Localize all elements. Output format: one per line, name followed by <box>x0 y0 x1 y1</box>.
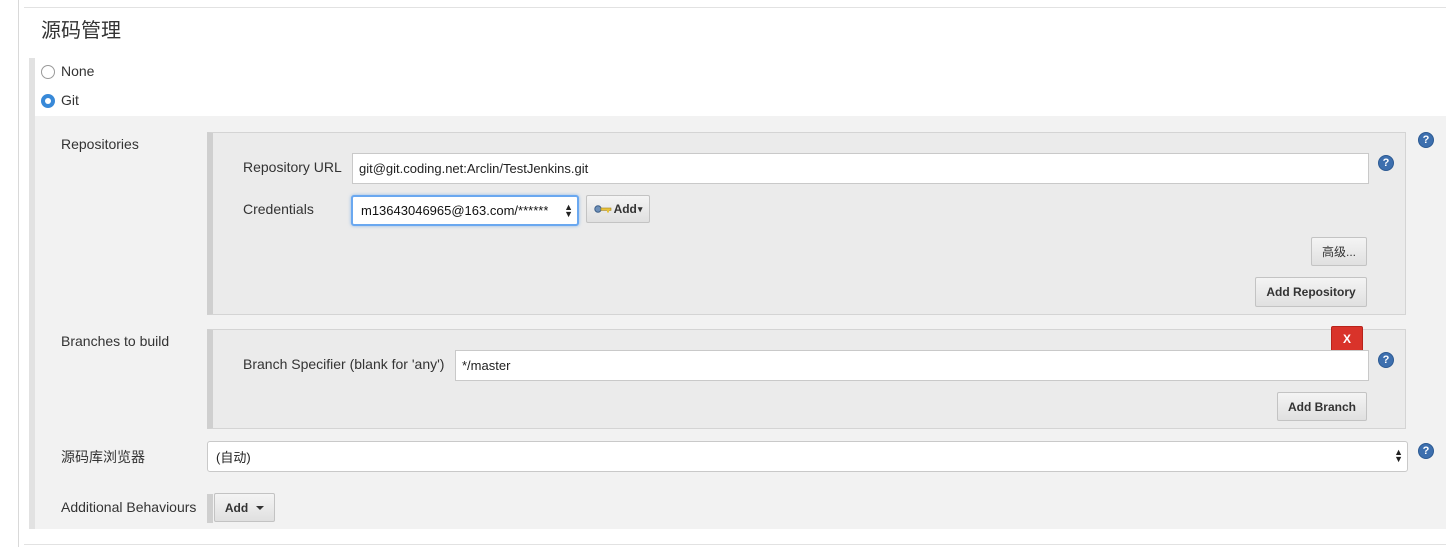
branch-specifier-input[interactable]: */master <box>455 350 1369 381</box>
additional-behaviours-label: Additional Behaviours <box>61 499 197 515</box>
credentials-select[interactable]: m13643046965@163.com/****** ▲ ▼ <box>351 195 579 226</box>
repository-browser-select[interactable]: (自动) ▲ ▼ <box>207 441 1408 472</box>
branch-specifier-label: Branch Specifier (blank for 'any') <box>243 356 445 372</box>
scm-git-label[interactable]: Git <box>61 92 79 108</box>
scm-none-label[interactable]: None <box>61 63 94 79</box>
credentials-label: Credentials <box>243 201 314 217</box>
add-repository-button[interactable]: Add Repository <box>1255 277 1367 307</box>
repository-browser-value: (自动) <box>216 450 251 465</box>
repositories-label: Repositories <box>61 136 139 152</box>
section-top-divider <box>24 7 1446 8</box>
add-credentials-label: Add <box>613 202 637 216</box>
scm-none-radio[interactable] <box>41 65 55 79</box>
select-arrows-icon: ▲ ▼ <box>1394 447 1403 464</box>
dropdown-caret-icon: ▾ <box>637 203 643 214</box>
branch-specifier-help-icon[interactable]: ? <box>1378 352 1394 368</box>
scm-git-radio[interactable] <box>41 94 55 108</box>
add-behaviour-label: Add <box>224 500 249 515</box>
repository-url-input[interactable]: git@git.coding.net:Arclin/TestJenkins.gi… <box>352 153 1369 184</box>
repository-browser-help-icon[interactable]: ? <box>1418 443 1434 459</box>
add-branch-button[interactable]: Add Branch <box>1277 392 1367 421</box>
credentials-select-value: m13643046965@163.com/****** <box>361 203 549 218</box>
advanced-button[interactable]: 高级... <box>1311 237 1367 266</box>
repositories-help-icon[interactable]: ? <box>1418 132 1434 148</box>
page-left-border <box>18 0 19 547</box>
additional-behaviours-bar <box>207 494 213 523</box>
repository-url-label: Repository URL <box>243 159 342 175</box>
add-behaviour-button[interactable]: Add <box>214 493 275 522</box>
chevron-down-icon <box>256 505 265 510</box>
branches-label: Branches to build <box>61 333 170 349</box>
key-icon <box>593 205 611 213</box>
delete-branch-button[interactable]: X <box>1331 326 1363 352</box>
section-bottom-divider <box>24 544 1446 545</box>
repository-url-help-icon[interactable]: ? <box>1378 155 1394 171</box>
repository-browser-label: 源码库浏览器 <box>61 449 145 465</box>
section-title: 源码管理 <box>41 20 121 42</box>
add-credentials-button[interactable]: Add ▾ <box>586 195 650 223</box>
select-arrows-icon: ▲ ▼ <box>564 202 573 219</box>
